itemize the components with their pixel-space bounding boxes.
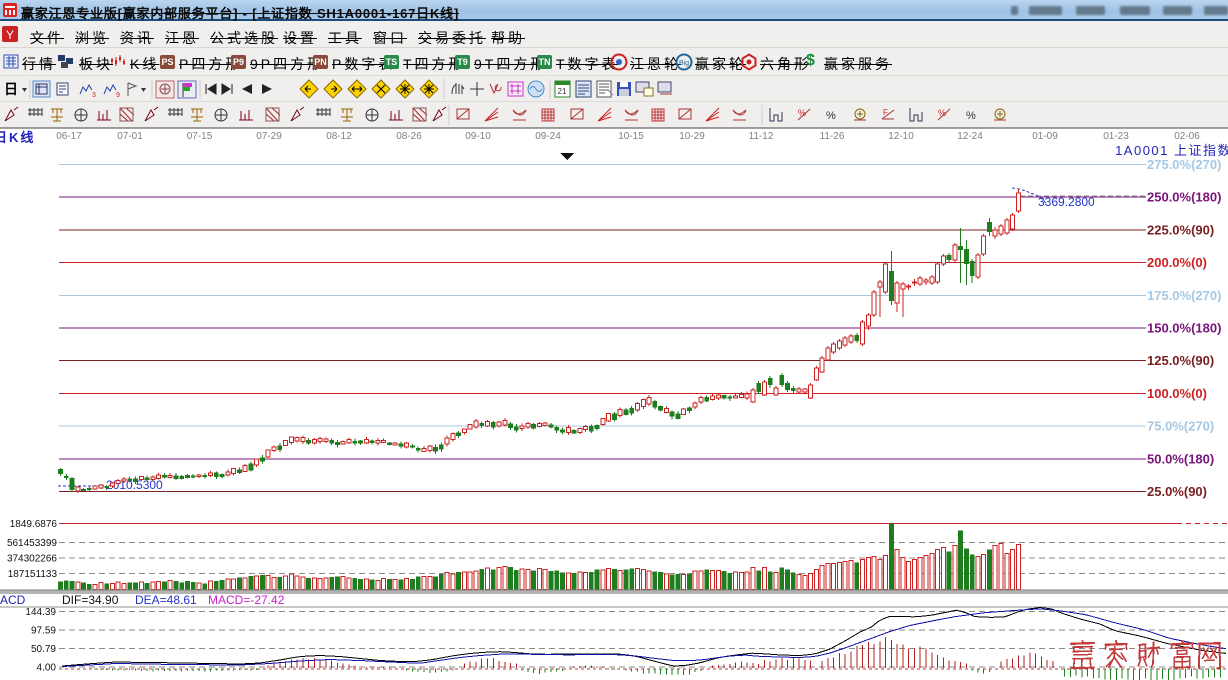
- svg-text:50.0%(180): 50.0%(180): [1147, 451, 1214, 466]
- svg-text:07-15: 07-15: [187, 131, 213, 142]
- svg-text:12-24: 12-24: [957, 131, 983, 142]
- svg-text:DEA=48.61: DEA=48.61: [135, 593, 197, 607]
- svg-text:09-24: 09-24: [535, 131, 561, 142]
- svg-text:150.0%(180): 150.0%(180): [1147, 321, 1221, 336]
- svg-text:DIF=34.90: DIF=34.90: [62, 593, 119, 607]
- svg-text:07-01: 07-01: [117, 131, 143, 142]
- svg-text:250.0%(180): 250.0%(180): [1147, 190, 1221, 205]
- svg-text:12-10: 12-10: [888, 131, 914, 142]
- svg-text:374302266: 374302266: [7, 554, 57, 565]
- svg-text:75.0%(270): 75.0%(270): [1147, 419, 1214, 434]
- svg-text:08-12: 08-12: [326, 131, 352, 142]
- svg-text:97.59: 97.59: [31, 626, 56, 637]
- svg-text:01-09: 01-09: [1032, 131, 1058, 142]
- svg-text:50.79: 50.79: [31, 644, 56, 655]
- svg-text:08-26: 08-26: [396, 131, 422, 142]
- svg-text:11-26: 11-26: [820, 131, 845, 142]
- svg-text:02-06: 02-06: [1174, 131, 1200, 142]
- svg-text:日K线: 日K线: [0, 130, 35, 145]
- svg-text:10-15: 10-15: [618, 131, 644, 142]
- svg-text:25.0%(90): 25.0%(90): [1147, 484, 1207, 499]
- svg-text:11-12: 11-12: [749, 131, 774, 142]
- svg-text:3369.2800: 3369.2800: [1038, 195, 1095, 209]
- svg-text:07-29: 07-29: [256, 131, 282, 142]
- svg-text:01-23: 01-23: [1103, 131, 1129, 142]
- svg-text:200.0%(0): 200.0%(0): [1147, 255, 1207, 270]
- svg-text:MACD=-27.42: MACD=-27.42: [208, 593, 285, 607]
- svg-text:4.00: 4.00: [37, 663, 57, 674]
- svg-text:175.0%(270): 175.0%(270): [1147, 288, 1221, 303]
- svg-text:10-29: 10-29: [679, 131, 705, 142]
- svg-text:144.39: 144.39: [25, 607, 56, 618]
- svg-text:561453399: 561453399: [7, 538, 57, 549]
- svg-text:09-10: 09-10: [465, 131, 491, 142]
- svg-text:1A0001 上证指数: 1A0001 上证指数: [1115, 143, 1228, 158]
- svg-text:125.0%(90): 125.0%(90): [1147, 353, 1214, 368]
- svg-text:275.0%(270): 275.0%(270): [1147, 157, 1221, 172]
- svg-text:187151133: 187151133: [8, 569, 58, 580]
- svg-text:100.0%(0): 100.0%(0): [1147, 386, 1207, 401]
- svg-text:225.0%(90): 225.0%(90): [1147, 222, 1214, 237]
- svg-text:MACD: MACD: [0, 593, 26, 607]
- svg-text:06-17: 06-17: [56, 131, 82, 142]
- svg-text:1849.6876: 1849.6876: [10, 519, 58, 530]
